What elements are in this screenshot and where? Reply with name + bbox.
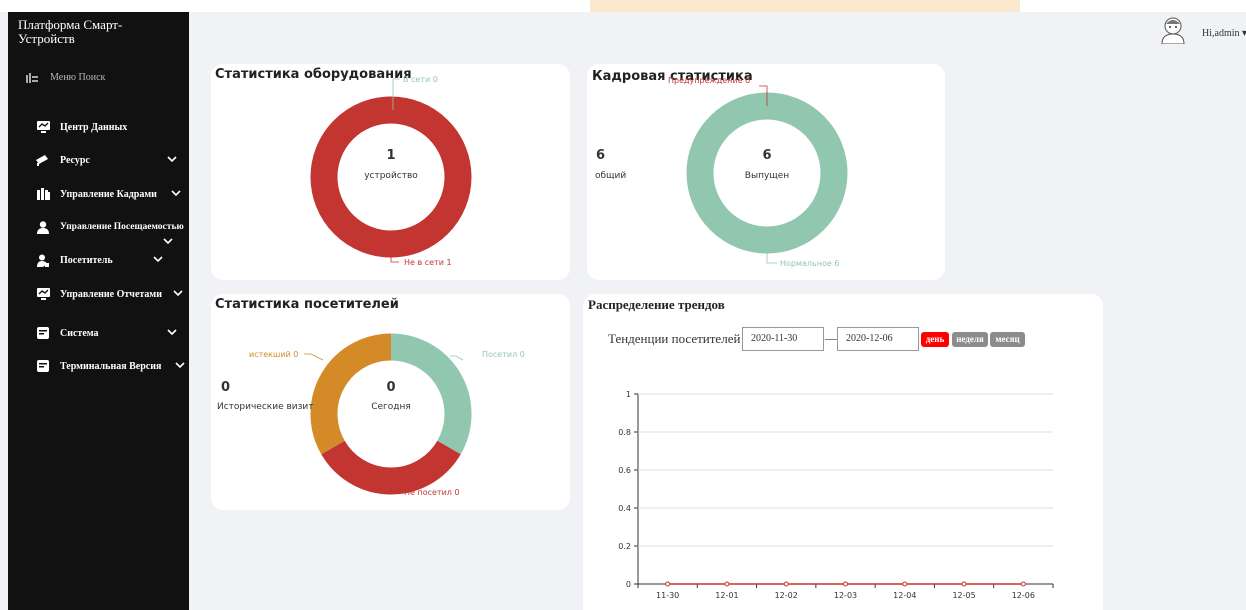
date-range-dash: —: [825, 331, 837, 345]
sidebar-item-reports[interactable]: Управление Отчетами: [36, 283, 189, 305]
sidebar-item-label: Терминальная Версия: [60, 360, 162, 372]
app-root: Платформа Смарт-Устройств Меню Поиск Цен…: [0, 0, 1246, 610]
sidebar: Платформа Смарт-Устройств Меню Поиск Цен…: [8, 12, 189, 610]
equipment-count-label: устройство: [364, 171, 418, 181]
avatar[interactable]: [1160, 16, 1186, 44]
sidebar-item-personnel[interactable]: Управление Кадрами: [36, 183, 189, 205]
visitor-history-value: 0: [221, 380, 231, 395]
data-point: [961, 581, 967, 587]
sidebar-item-label: Управление Посещаемостью: [60, 222, 184, 232]
menu-search[interactable]: Меню Поиск: [26, 72, 105, 83]
visitor-icon: [36, 253, 50, 267]
x-tick-label: 12-04: [893, 591, 916, 600]
x-tick-label: 12-05: [952, 591, 975, 600]
sidebar-item-label: Управление Кадрами: [60, 188, 157, 200]
visitor-today-value: 0: [386, 380, 396, 395]
equipment-count: 1: [386, 148, 396, 163]
visitor-today-label: Сегодня: [371, 402, 411, 412]
chevron-down-icon: [163, 238, 173, 245]
dashboard-icon: [36, 120, 50, 134]
personnel-released-label: Выпущен: [744, 171, 790, 181]
terminal-icon: [36, 359, 50, 373]
caret-down-icon: ▾: [1242, 28, 1246, 39]
personnel-total-value: 6: [596, 148, 606, 163]
person-icon: [36, 220, 50, 234]
users-icon: [36, 187, 50, 201]
chevron-down-icon: [173, 290, 183, 297]
x-tick-label: 12-02: [775, 591, 798, 600]
camera-icon: [36, 153, 50, 167]
header-bar: [189, 12, 1246, 50]
data-point: [1020, 581, 1026, 587]
date-to-input[interactable]: 2020-12-06: [837, 327, 919, 351]
visitor-expired-label: истекший 0: [249, 350, 299, 359]
visitor-visited-arc: [390, 333, 472, 455]
visitor-not-visited-arc: [321, 440, 461, 495]
data-point: [843, 581, 848, 587]
visitor-not-visited-label: Не посетил 0: [404, 488, 460, 497]
sidebar-item-label: Посетитель: [60, 254, 113, 266]
user-greeting: Hi,admin: [1202, 28, 1240, 39]
visited-leader-line: [450, 355, 464, 361]
data-point: [783, 581, 789, 587]
brand-title: Платформа Смарт-Устройств: [18, 17, 123, 46]
trends-title: Распределение трендов: [588, 297, 725, 312]
chevron-down-icon: [171, 190, 181, 197]
x-tick-label: 12-03: [834, 591, 857, 600]
user-menu[interactable]: Hi,admin ▾: [1202, 28, 1246, 39]
y-tick-label: 1: [626, 390, 631, 399]
equipment-online-label: В сети 0: [403, 75, 438, 84]
y-tick-label: 0: [626, 580, 631, 589]
top-strip: [0, 0, 1246, 12]
day-button[interactable]: день: [921, 332, 949, 347]
sidebar-item-data-center[interactable]: Центр Данных: [36, 116, 189, 138]
chevron-down-icon: [153, 256, 163, 263]
personnel-released-value: 6: [762, 148, 772, 163]
visitor-expired-arc: [310, 333, 392, 455]
y-tick-label: 0.8: [618, 428, 631, 437]
sidebar-item-label: Ресурс: [60, 154, 90, 166]
sidebar-item-resource[interactable]: Ресурс: [36, 149, 189, 171]
top-accent: [590, 0, 1020, 12]
trends-label: Тенденции посетителей: [608, 331, 741, 346]
chevron-down-icon: [167, 329, 177, 336]
visitor-visited-label: Посетил 0: [482, 350, 525, 359]
chevron-down-icon: [167, 156, 177, 163]
chevron-down-icon: [175, 362, 185, 369]
data-point: [902, 581, 908, 587]
date-from-input[interactable]: 2020-11-30: [742, 327, 824, 351]
trend-line-chart: 0 0.2 0.4 0.6 0.8 1 11-30 12-01 12-02 12-03 12-04 1…: [618, 390, 1054, 600]
personnel-total-label: общий: [595, 171, 627, 181]
sidebar-item-terminal[interactable]: Терминальная Версия: [36, 355, 189, 377]
x-tick-label: 11-30: [656, 591, 679, 600]
sidebar-item-system[interactable]: Система: [36, 322, 189, 344]
menu-search-label: Меню Поиск: [50, 72, 106, 83]
x-tick-label: 12-01: [715, 591, 738, 600]
y-tick-label: 0.2: [618, 542, 631, 551]
expired-leader-line: [304, 353, 324, 361]
sidebar-item-attendance[interactable]: Управление Посещаемостью: [36, 216, 189, 245]
data-point: [665, 581, 671, 587]
sidebar-item-label: Система: [60, 327, 99, 339]
system-icon: [36, 326, 50, 340]
month-button[interactable]: месяц: [990, 332, 1025, 347]
report-icon: [36, 287, 50, 301]
y-tick-label: 0.6: [618, 466, 631, 475]
equipment-offline-label: Не в сети 1: [404, 258, 452, 267]
data-point: [724, 581, 730, 587]
sidebar-item-visitor[interactable]: Посетитель: [36, 249, 189, 271]
sidebar-item-label: Центр Данных: [60, 121, 128, 133]
week-button[interactable]: неделя: [952, 332, 988, 347]
personnel-warning-label: Предупреждение 0: [668, 76, 751, 85]
menu-search-icon: [26, 72, 38, 83]
x-tick-label: 12-06: [1012, 591, 1035, 600]
y-tick-label: 0.4: [618, 504, 631, 513]
sidebar-item-label: Управление Отчетами: [60, 288, 162, 300]
personnel-normal-label: Нормальное 6: [780, 259, 840, 268]
visitor-history-label: Исторические визит: [217, 402, 314, 412]
